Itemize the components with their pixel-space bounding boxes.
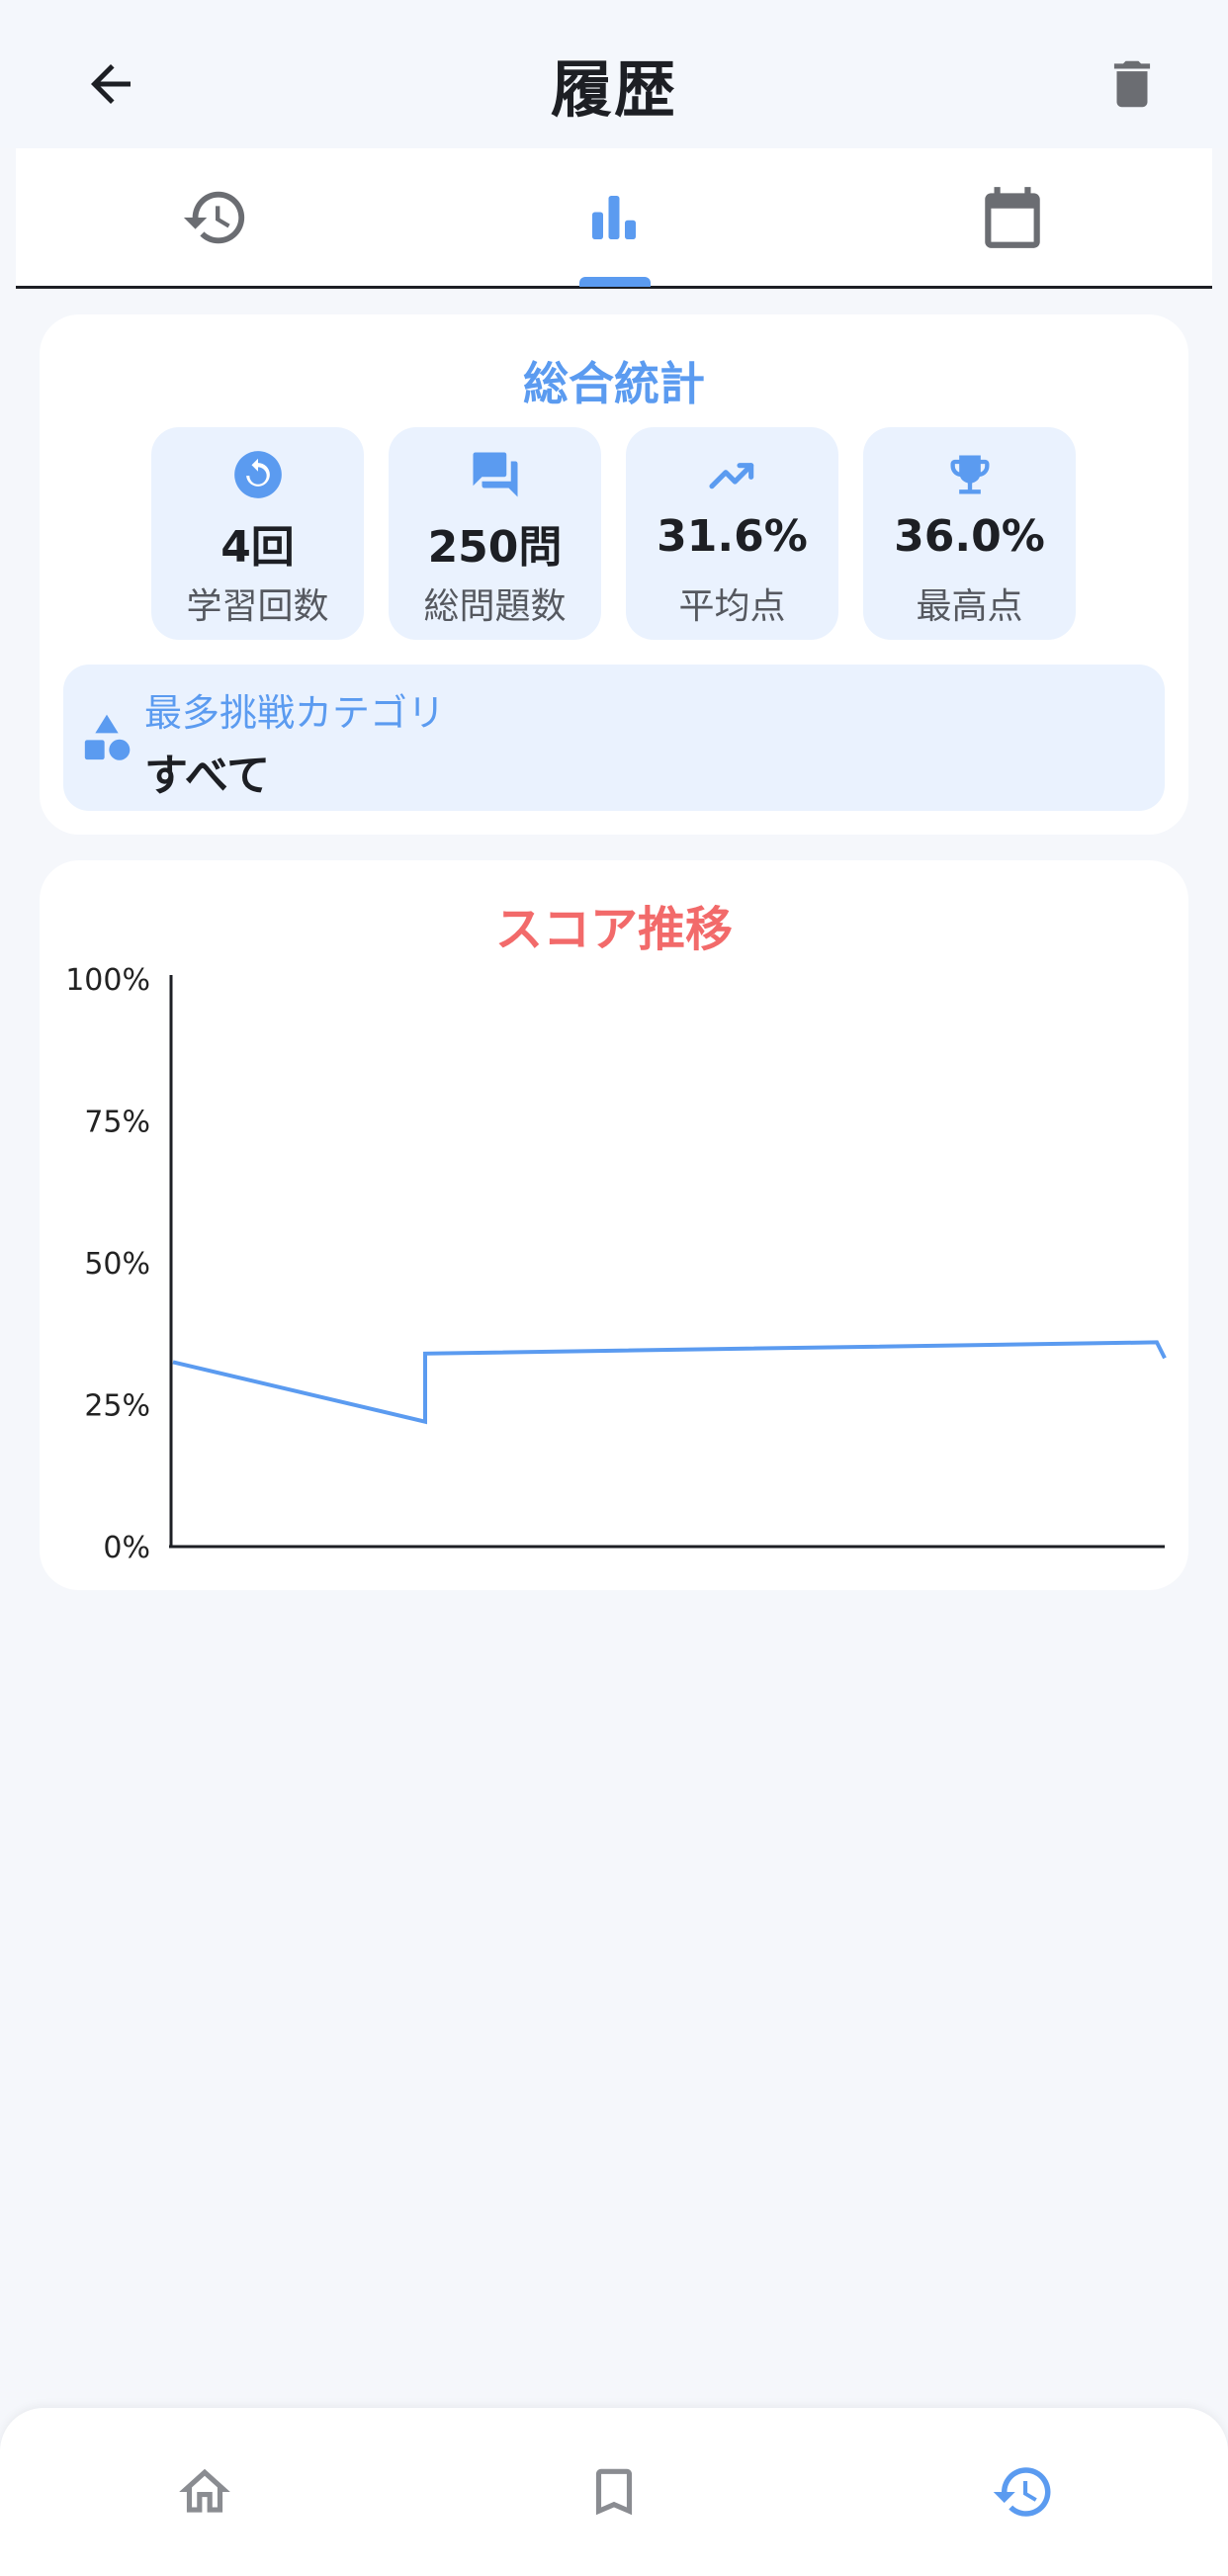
score-series-line	[172, 1340, 1167, 1425]
trophy-icon	[950, 455, 989, 494]
delete-button[interactable]	[1093, 44, 1172, 124]
y-tick-label: 25%	[84, 1389, 150, 1424]
stat-label: 総問題数	[423, 586, 567, 627]
score-trend-card: スコア推移 0% 25% 50% 75% 100%	[40, 860, 1188, 1590]
stat-tile-questions: 250問 総問題数	[389, 427, 601, 640]
tab-calendar[interactable]	[813, 148, 1211, 286]
stats-title: 総合統計	[523, 357, 705, 410]
stat-label: 平均点	[678, 586, 786, 627]
trash-icon	[1113, 60, 1151, 108]
tab-history[interactable]	[16, 148, 414, 286]
stat-tile-best: 36.0% 最高点	[863, 427, 1076, 640]
most-attempted-category: 最多挑戦カテゴリ すべて	[63, 665, 1165, 811]
calendar-icon	[984, 186, 1040, 248]
home-icon	[179, 2468, 230, 2513]
score-trend-chart: 0% 25% 50% 75% 100%	[65, 963, 1167, 1565]
y-tick-label: 50%	[84, 1247, 150, 1282]
stat-value: 31.6%	[657, 511, 808, 562]
tab-bar	[16, 148, 1212, 289]
nav-bookmarks[interactable]	[570, 2447, 658, 2536]
forum-icon	[473, 452, 517, 497]
trending-up-icon	[708, 463, 753, 489]
history-icon	[183, 191, 244, 243]
replay-icon	[233, 451, 282, 498]
stat-label: 最高点	[916, 586, 1023, 627]
bar-chart-icon	[591, 195, 636, 239]
y-tick-label: 0%	[103, 1531, 150, 1565]
stat-value: 4回	[220, 522, 295, 573]
category-shapes-icon	[84, 714, 131, 760]
category-label: 最多挑戦カテゴリ	[144, 691, 446, 735]
category-value: すべて	[144, 751, 271, 801]
stat-value: 36.0%	[894, 511, 1045, 562]
tab-selected-indicator	[579, 277, 651, 287]
nav-home[interactable]	[160, 2447, 249, 2536]
page-title: 履歴	[550, 53, 677, 126]
bottom-navigation	[0, 2408, 1228, 2576]
bookmark-icon	[595, 2468, 633, 2516]
y-tick-label: 75%	[84, 1106, 150, 1140]
history-icon	[993, 2467, 1051, 2517]
stat-tile-sessions: 4回 学習回数	[151, 427, 364, 640]
stat-label: 学習回数	[186, 586, 329, 627]
stat-tile-average: 31.6% 平均点	[626, 427, 838, 640]
y-tick-label: 100%	[65, 963, 150, 998]
stat-value: 250問	[427, 522, 563, 573]
app-bar: 履歴	[0, 0, 1228, 148]
nav-history[interactable]	[979, 2447, 1068, 2536]
overall-stats-card: 総合統計 4回 学習回数 250問 総問題数 31.6% 平均点 36.0% 最…	[40, 314, 1188, 835]
tab-statistics[interactable]	[414, 148, 813, 286]
